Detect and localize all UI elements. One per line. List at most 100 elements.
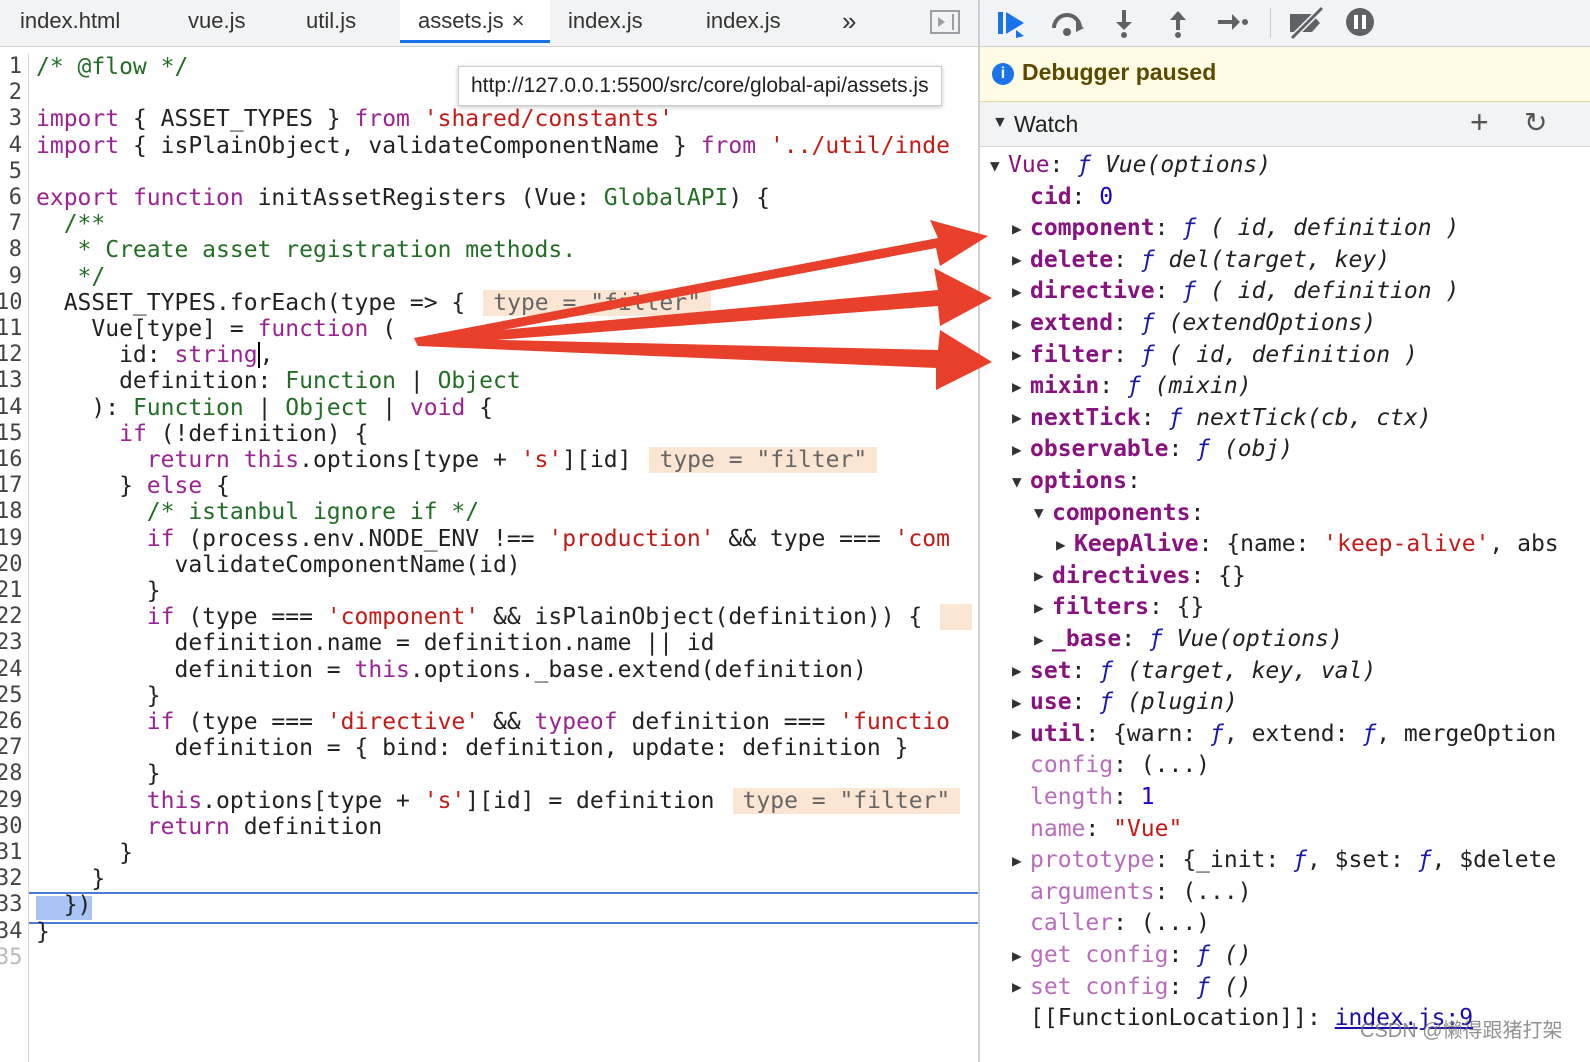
line-number[interactable]: 31: [0, 840, 23, 865]
collapsed-triangle-icon[interactable]: ▶: [1034, 561, 1052, 591]
expanded-triangle-icon[interactable]: ▼: [1012, 467, 1030, 497]
collapse-triangle-icon[interactable]: ▼: [992, 114, 1008, 132]
tree-row[interactable]: ▼ components:: [1034, 498, 1204, 528]
tree-row[interactable]: ▶ filter: ƒ ( id, definition ): [1012, 340, 1418, 370]
expanded-triangle-icon[interactable]: ▼: [990, 151, 1008, 181]
line-number[interactable]: 15: [0, 421, 23, 446]
refresh-watch-button[interactable]: ↻: [1524, 106, 1547, 139]
collapsed-triangle-icon[interactable]: ▶: [1012, 340, 1030, 370]
add-watch-button[interactable]: +: [1470, 104, 1489, 141]
debugger-paused-banner: i Debugger paused: [980, 47, 1590, 102]
collapsed-triangle-icon[interactable]: ▶: [1056, 530, 1074, 560]
tree-row[interactable]: ▶ _base: ƒ Vue(options): [1034, 624, 1343, 654]
step-icon[interactable]: [1216, 10, 1250, 34]
tree-row[interactable]: ▶ prototype: {_init: ƒ, $set: ƒ, $delete: [1012, 845, 1556, 875]
tree-row[interactable]: ▶ observable: ƒ (obj): [1012, 434, 1293, 464]
line-number[interactable]: 20: [0, 552, 23, 577]
tree-row[interactable]: ▶ nextTick: ƒ nextTick(cb, ctx): [1012, 403, 1432, 433]
line-number[interactable]: 30: [0, 814, 23, 839]
tree-row[interactable]: ▶ component: ƒ ( id, definition ): [1012, 213, 1459, 243]
line-number[interactable]: 8: [0, 237, 22, 262]
tab-index-js-2[interactable]: index.js: [706, 0, 781, 46]
tree-row[interactable]: ▶ use: ƒ (plugin): [1012, 687, 1238, 717]
collapsed-triangle-icon[interactable]: ▶: [1034, 625, 1052, 655]
collapsed-triangle-icon[interactable]: ▶: [1012, 214, 1030, 244]
collapsed-triangle-icon[interactable]: ▶: [1012, 656, 1030, 686]
line-number[interactable]: 11: [0, 316, 23, 341]
resume-icon[interactable]: [994, 8, 1030, 40]
collapsed-triangle-icon[interactable]: ▶: [1012, 719, 1030, 749]
line-number[interactable]: 32: [0, 866, 23, 891]
line-number[interactable]: 24: [0, 657, 23, 682]
collapsed-triangle-icon[interactable]: ▶: [1012, 309, 1030, 339]
line-number[interactable]: 28: [0, 761, 23, 786]
collapsed-triangle-icon[interactable]: ▶: [1012, 245, 1030, 275]
collapsed-triangle-icon[interactable]: ▶: [1012, 372, 1030, 402]
expanded-triangle-icon[interactable]: ▼: [1034, 498, 1052, 528]
tree-row[interactable]: ▶ extend: ƒ (extendOptions): [1012, 308, 1376, 338]
tab-overflow-icon[interactable]: »: [842, 0, 856, 46]
collapsed-triangle-icon[interactable]: ▶: [1012, 403, 1030, 433]
line-number[interactable]: 27: [0, 735, 23, 760]
collapsed-triangle-icon[interactable]: ▶: [1034, 593, 1052, 623]
line-number[interactable]: 35: [0, 945, 23, 970]
collapsed-triangle-icon[interactable]: ▶: [1012, 688, 1030, 718]
toggle-sidebar-icon[interactable]: [930, 10, 960, 34]
tree-row[interactable]: ▶ directive: ƒ ( id, definition ): [1012, 276, 1459, 306]
tree-row[interactable]: ▶ filters: {}: [1034, 592, 1204, 622]
tree-text: :: [1154, 215, 1183, 242]
line-number[interactable]: 1: [0, 54, 22, 79]
line-number[interactable]: 29: [0, 788, 23, 813]
code-line: import { ASSET_TYPES } from 'shared/cons…: [36, 106, 673, 132]
line-number[interactable]: 17: [0, 473, 23, 498]
step-into-icon[interactable]: [1112, 8, 1136, 38]
tree-row[interactable]: ▼ Vue: ƒ Vue(options): [990, 150, 1271, 180]
tree-row[interactable]: ▶ get config: ƒ (): [1012, 940, 1252, 970]
tree-row[interactable]: ▶ directives: {}: [1034, 561, 1246, 591]
line-number[interactable]: 25: [0, 683, 23, 708]
line-number[interactable]: 14: [0, 395, 23, 420]
collapsed-triangle-icon[interactable]: ▶: [1012, 941, 1030, 971]
close-icon[interactable]: ×: [512, 8, 525, 33]
line-number[interactable]: 9: [0, 264, 22, 289]
collapsed-triangle-icon[interactable]: ▶: [1012, 435, 1030, 465]
line-number[interactable]: 4: [0, 133, 22, 158]
line-number[interactable]: 12: [0, 342, 23, 367]
collapsed-triangle-icon[interactable]: ▶: [1012, 846, 1030, 876]
collapsed-triangle-icon[interactable]: ▶: [1012, 972, 1030, 1002]
line-number[interactable]: 18: [0, 499, 23, 524]
line-number[interactable]: 7: [0, 211, 22, 236]
line-number[interactable]: 16: [0, 447, 23, 472]
tree-row[interactable]: ▶ delete: ƒ del(target, key): [1012, 245, 1390, 275]
tree-row[interactable]: ▶ KeepAlive: {name: 'keep-alive', abs: [1056, 529, 1559, 559]
step-over-icon[interactable]: [1050, 8, 1086, 38]
deactivate-breakpoints-icon[interactable]: [1286, 6, 1326, 40]
tab-index-html[interactable]: index.html: [20, 0, 120, 46]
tab-vue-js[interactable]: vue.js: [188, 0, 245, 46]
line-number[interactable]: 3: [0, 106, 22, 131]
collapsed-triangle-icon[interactable]: ▶: [1012, 277, 1030, 307]
line-number[interactable]: 13: [0, 368, 23, 393]
line-number[interactable]: 22: [0, 604, 23, 629]
tree-row[interactable]: ▶ set: ƒ (target, key, val): [1012, 656, 1376, 686]
watch-section-header[interactable]: ▼ Watch + ↻: [980, 102, 1590, 147]
tab-index-js-1[interactable]: index.js: [568, 0, 643, 46]
line-number[interactable]: 10: [0, 290, 23, 315]
tree-row[interactable]: ▶ mixin: ƒ (mixin): [1012, 371, 1252, 401]
tree-row[interactable]: ▼ options:: [1012, 466, 1141, 496]
line-number[interactable]: 5: [0, 159, 22, 184]
tree-row[interactable]: ▶ set config: ƒ (): [1012, 972, 1252, 1002]
line-number[interactable]: 23: [0, 630, 23, 655]
line-number[interactable]: 2: [0, 80, 22, 105]
line-number[interactable]: 34: [0, 919, 23, 944]
pause-on-exceptions-icon[interactable]: [1344, 6, 1376, 38]
line-number[interactable]: 21: [0, 578, 23, 603]
tab-assets-js[interactable]: assets.js ×: [400, 0, 550, 43]
line-number[interactable]: 6: [0, 185, 22, 210]
tree-row[interactable]: ▶ util: {warn: ƒ, extend: ƒ, mergeOption: [1012, 719, 1556, 749]
line-number[interactable]: 26: [0, 709, 23, 734]
tab-util-js[interactable]: util.js: [306, 0, 356, 46]
line-number[interactable]: 33: [0, 892, 23, 917]
step-out-icon[interactable]: [1166, 8, 1190, 38]
line-number[interactable]: 19: [0, 526, 23, 551]
